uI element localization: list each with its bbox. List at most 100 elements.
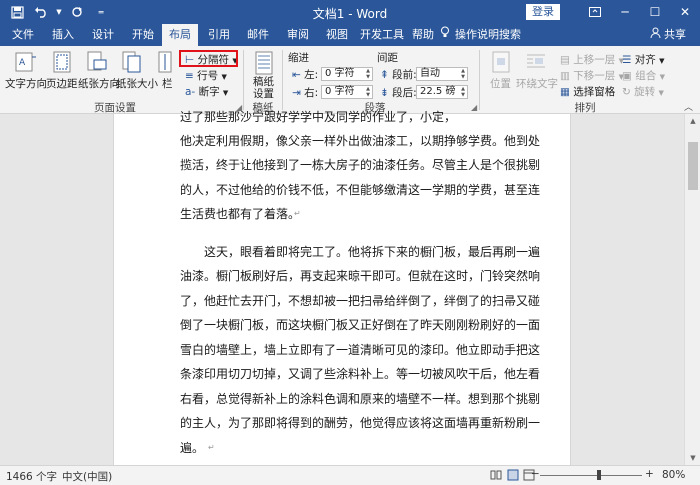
lightbulb-icon — [440, 24, 450, 46]
manuscript-settings-button[interactable]: 稿纸设置 — [253, 76, 277, 100]
manuscript-icon — [254, 51, 274, 78]
rotate-label: 旋转 — [634, 86, 656, 98]
print-layout-icon[interactable] — [507, 469, 519, 484]
spinner-arrows-icon[interactable]: ▲ ▼ — [459, 68, 467, 80]
spinner-arrows-icon[interactable]: ▲ ▼ — [364, 86, 372, 98]
minimize-icon[interactable]: ─ — [610, 0, 640, 24]
close-icon[interactable]: ✕ — [670, 0, 700, 24]
zoom-out-icon[interactable]: − — [531, 468, 540, 480]
paper-size-button[interactable]: 纸张大小 — [116, 76, 158, 91]
margins-button[interactable]: 页边距 — [46, 76, 78, 91]
selection-pane-label: 选择窗格 — [573, 86, 616, 98]
paragraph-launcher-icon[interactable]: ◢ — [471, 103, 477, 112]
indent-left-icon: ⇤ — [292, 69, 301, 81]
send-backward-label: 下移一层 — [573, 70, 616, 82]
hyphenation-button[interactable]: a- 断字 ▼ — [185, 84, 228, 99]
language-status[interactable]: 中文(中国) — [62, 469, 112, 484]
hyphenation-icon: a- — [185, 86, 196, 98]
margins-icon — [52, 51, 72, 76]
ribbon-display-options-icon[interactable] — [580, 0, 610, 24]
tab-insert[interactable]: 插入 — [44, 24, 82, 46]
zoom-percent[interactable]: 80% — [662, 469, 685, 481]
maximize-icon[interactable]: ☐ — [640, 0, 670, 24]
word-count[interactable]: 1466 个字 — [6, 469, 57, 484]
rotate-button[interactable]: ↻ 旋转 ▼ — [622, 84, 664, 99]
position-button[interactable]: 位置 — [490, 76, 511, 91]
zoom-slider-track[interactable] — [540, 475, 642, 476]
line-numbers-label: 行号 — [197, 70, 219, 82]
document-area: 过了那些那沙宁跟好学学中及同学的作业了，小定， 他决定利用假期，像父亲一样外出做… — [0, 110, 700, 465]
tab-help[interactable]: 帮助 — [406, 24, 440, 46]
read-mode-icon[interactable] — [490, 469, 502, 484]
spacing-after-input[interactable]: 22.5 磅 ▲ ▼ — [416, 85, 468, 99]
document-line: 的主人，为了那即将得到的酬劳，他觉得应该将这面墙再重新粉刷一 — [180, 416, 541, 430]
group-divider — [282, 50, 283, 110]
login-button[interactable]: 登录 — [526, 4, 560, 20]
document-line: 生活费也都有了着落。 — [180, 207, 301, 221]
chevron-down-icon: ▼ — [658, 89, 664, 97]
vertical-scrollbar[interactable]: ▲ ▼ — [684, 114, 700, 465]
tell-me-label: 操作说明搜索 — [455, 28, 521, 41]
orientation-icon — [86, 51, 108, 76]
wrap-text-button[interactable]: 环绕文字 — [516, 76, 558, 91]
document-line: 他决定利用假期，像父亲一样外出做油漆工，以期挣够学费。他到处 — [180, 134, 541, 148]
hyphenation-label: 断字 — [198, 86, 220, 98]
selection-pane-button[interactable]: ▦ 选择窗格 — [560, 84, 615, 99]
indent-left-input[interactable]: 0 字符 ▲ ▼ — [321, 67, 373, 81]
tab-design[interactable]: 设计 — [84, 24, 122, 46]
columns-icon — [158, 51, 172, 76]
document-line: 条漆印用切刀切掉，又调了些涂料补上。等一切被风吹干后，他左看 — [180, 367, 541, 381]
bring-forward-button[interactable]: ▤ 上移一层 ▼ — [560, 52, 624, 67]
bring-forward-label: 上移一层 — [573, 54, 616, 66]
wrap-text-icon — [525, 51, 547, 76]
group-button[interactable]: ▣ 组合 ▼ — [622, 68, 665, 83]
indent-right-input[interactable]: 0 字符 ▲ ▼ — [321, 85, 373, 99]
tab-file[interactable]: 文件 — [4, 24, 42, 46]
scroll-down-icon[interactable]: ▼ — [685, 451, 700, 465]
paragraph-mark-icon: ↵ — [294, 209, 301, 218]
document-line: 了，他赶忙去开门，不想却被一把扫帚给绊倒了，绊倒了的扫帚又碰 — [180, 294, 541, 308]
document-page[interactable]: 过了那些那沙宁跟好学学中及同学的作业了，小定， 他决定利用假期，像父亲一样外出做… — [113, 110, 571, 465]
breaks-highlight — [179, 50, 238, 67]
indent-left-label: ⇤ 左: — [292, 67, 318, 82]
spinner-arrows-icon[interactable]: ▲ ▼ — [459, 86, 467, 98]
tell-me-search[interactable]: 操作说明搜索 — [440, 24, 521, 46]
orientation-button[interactable]: 纸张方向 — [78, 76, 120, 91]
document-line: 的人，不过他给的价钱不低，不但能够缴清这一学期的学费，甚至连 — [180, 183, 541, 197]
tab-layout[interactable]: 布局 — [162, 24, 198, 46]
tab-references[interactable]: 引用 — [200, 24, 238, 46]
collapse-ribbon-icon[interactable]: ︿ — [684, 100, 693, 113]
columns-button[interactable]: 栏 — [162, 76, 173, 91]
tab-developer[interactable]: 开发工具 — [356, 24, 408, 46]
spacing-after-text: 段后: — [392, 87, 417, 99]
send-backward-button[interactable]: ▥ 下移一层 ▼ — [560, 68, 624, 83]
line-numbers-button[interactable]: ≡ 行号 ▼ — [185, 68, 227, 83]
spacing-after-label: ⇟ 段后: — [380, 85, 417, 100]
indent-right-label: ⇥ 右: — [292, 85, 318, 100]
scrollbar-thumb[interactable] — [688, 142, 698, 190]
tab-home[interactable]: 开始 — [124, 24, 162, 46]
spacing-title: 间距 — [377, 52, 398, 64]
text-direction-button[interactable]: 文字方向 — [5, 76, 47, 91]
tab-mailings[interactable]: 邮件 — [239, 24, 277, 46]
share-button[interactable]: 共享 — [650, 24, 686, 46]
zoom-in-icon[interactable]: + — [645, 468, 654, 480]
scroll-up-icon[interactable]: ▲ — [685, 114, 700, 128]
zoom-slider-thumb[interactable] — [597, 470, 602, 480]
spinner-arrows-icon[interactable]: ▲ ▼ — [364, 68, 372, 80]
align-label: 对齐 — [634, 54, 656, 66]
tab-view[interactable]: 视图 — [318, 24, 356, 46]
document-line: 这天，眼看着即将完工了。他将拆下来的橱门板，最后再刷一遍 — [204, 245, 541, 259]
spacing-before-input[interactable]: 自动 ▲ ▼ — [416, 67, 468, 81]
spacing-after-value: 22.5 磅 — [420, 86, 456, 97]
chevron-down-icon: ▼ — [659, 57, 665, 65]
chevron-down-icon: ▼ — [222, 89, 229, 97]
indent-right-value: 0 字符 — [325, 86, 355, 97]
rotate-icon: ↻ — [622, 86, 631, 98]
bring-forward-icon: ▤ — [560, 54, 570, 66]
svg-text:A: A — [19, 58, 26, 68]
spacing-before-value: 自动 — [420, 68, 440, 79]
title-bar: ▼ ═ 文档1 - Word 登录 ─ ☐ ✕ — [0, 0, 700, 24]
align-button[interactable]: ☰ 对齐 ▼ — [622, 52, 665, 67]
tab-review[interactable]: 审阅 — [279, 24, 317, 46]
